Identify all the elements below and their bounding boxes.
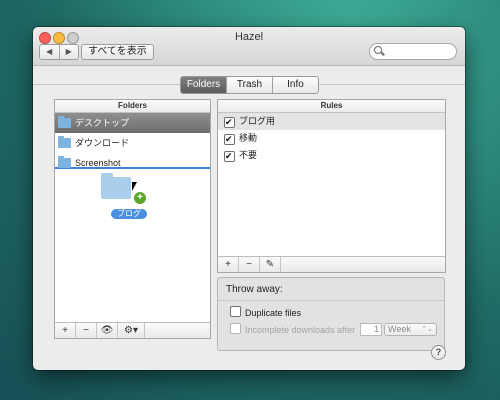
tab-info[interactable]: Info [273,77,318,93]
show-all-button[interactable]: すべてを表示 [81,44,154,60]
search-icon [374,46,382,54]
add-rule-button[interactable]: + [218,257,239,272]
tab-folders[interactable]: Folders [181,77,227,93]
rules-header: Rules [218,100,445,113]
folder-icon [58,116,71,128]
duplicate-files-checkbox[interactable] [230,306,241,317]
duplicate-files-option[interactable]: Duplicate files [230,305,301,318]
incomplete-downloads-label: Incomplete downloads after [245,325,356,335]
folder-name: ダウンロード [75,138,130,148]
back-button[interactable]: ◀ [40,45,60,59]
back-forward-control: ◀ ▶ [39,44,79,60]
add-folder-button[interactable]: + [55,323,76,338]
incomplete-count-field[interactable]: 1 [360,323,382,336]
folders-list: デスクトップ ダウンロード Screenshot [55,113,210,173]
mouse-cursor-icon [132,182,137,191]
window-title: Hazel [234,31,264,43]
gear-menu-icon[interactable]: ⚙▾ [118,323,145,338]
folder-name: デスクトップ [75,118,130,128]
remove-rule-button[interactable]: − [239,257,260,272]
copy-plus-icon: + [134,192,146,204]
folder-icon [58,156,71,168]
rules-panel: Rules ブログ用 移動 不要 + − ✎ [217,99,446,273]
tab-trash[interactable]: Trash [227,77,273,93]
tab-bar: Folders Trash Info [180,76,319,94]
rule-checkbox[interactable] [224,148,235,165]
folder-item-desktop[interactable]: デスクトップ [55,113,210,133]
rule-checkbox[interactable] [224,114,235,131]
folder-item-screenshot[interactable]: Screenshot [55,153,210,173]
dragged-folder-icon [101,173,131,199]
duplicate-files-label: Duplicate files [245,308,302,318]
rule-name: 不要 [239,150,258,160]
rule-item-unneeded[interactable]: 不要 [218,147,445,165]
incomplete-unit-value: Week [388,324,411,334]
remove-folder-button[interactable]: − [76,323,97,338]
folders-panel: Folders デスクトップ ダウンロード Screenshot + − 👁 ⚙… [54,99,211,339]
incomplete-downloads-checkbox[interactable] [230,323,241,334]
folders-header: Folders [55,100,210,113]
drag-label: ブログ [111,209,147,219]
hazel-window: Hazel ◀ ▶ すべてを表示 Folders Trash Info Fold… [33,27,465,370]
rule-checkbox[interactable] [224,131,235,148]
rule-item-blog[interactable]: ブログ用 [218,113,445,131]
incomplete-downloads-option[interactable]: Incomplete downloads after [230,322,355,335]
help-button[interactable]: ? [431,345,446,360]
folder-icon [58,136,71,148]
search-input[interactable] [369,43,457,60]
title-bar: Hazel ◀ ▶ すべてを表示 [33,27,465,66]
rule-name: 移動 [239,133,258,143]
forward-button[interactable]: ▶ [60,45,79,59]
throw-away-box: Throw away: Duplicate files Incomplete d… [217,277,445,351]
chevron-updown-icon: ⌃⌄ [421,326,433,333]
throw-away-divider [218,300,444,301]
throw-away-header: Throw away: [226,284,283,295]
folder-item-downloads[interactable]: ダウンロード [55,133,210,153]
folders-toolbar: + − 👁 ⚙▾ [55,322,210,338]
folder-name: Screenshot [75,158,121,168]
rule-name: ブログ用 [239,116,276,126]
preview-eye-icon[interactable]: 👁 [97,323,118,338]
incomplete-unit-select[interactable]: Week ⌃⌄ [384,323,437,336]
rule-item-move[interactable]: 移動 [218,130,445,148]
rules-toolbar: + − ✎ [218,256,445,272]
edit-rule-icon[interactable]: ✎ [260,257,281,272]
